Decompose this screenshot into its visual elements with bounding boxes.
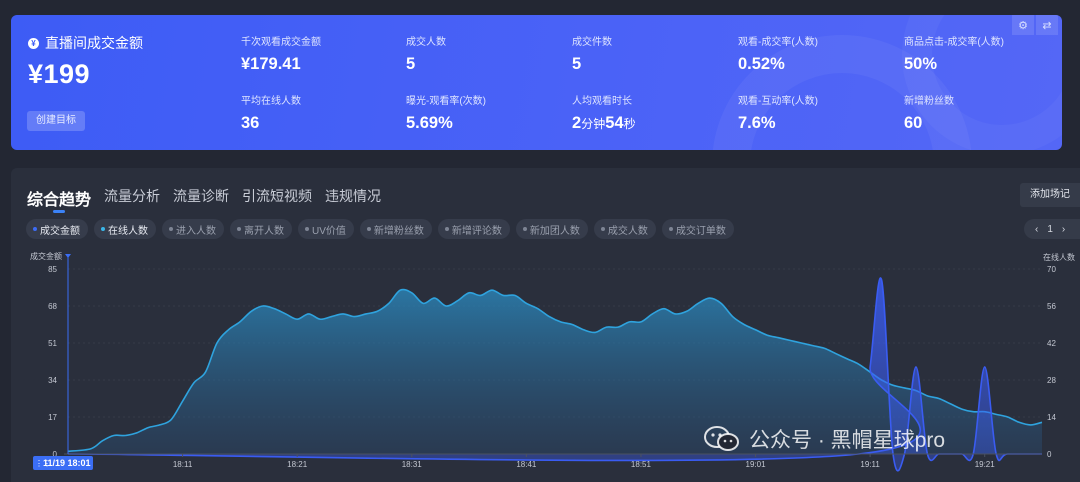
x-tick-label: 18:11 bbox=[173, 460, 193, 469]
y-left-tick-label: 68 bbox=[48, 302, 57, 311]
watermark: 公众号 · 黑帽星球pro bbox=[703, 424, 945, 454]
trend-chart[interactable]: 0173451688501428425670成交金额 在线人数18:11 18:21… bbox=[0, 0, 1080, 482]
x-tick-label: 18:51 bbox=[631, 460, 652, 469]
y-right-tick-label: 0 bbox=[1047, 450, 1052, 459]
x-tick-label: 19:11 bbox=[860, 460, 880, 469]
y-right-tick-label: 28 bbox=[1047, 376, 1056, 385]
y-left-tick-label: 85 bbox=[48, 265, 57, 274]
x-tick-label: 19:21 bbox=[975, 460, 996, 469]
wechat-icon bbox=[704, 426, 739, 451]
cursor-handle-icon bbox=[65, 254, 71, 258]
watermark-text: 公众号 · 黑帽星球pro bbox=[749, 429, 946, 452]
x-tick-label: 19:01 bbox=[746, 460, 767, 469]
y-right-tick-label: 14 bbox=[1047, 413, 1056, 422]
x-tick-label: 18:31 bbox=[402, 460, 423, 469]
y-left-tick-label: 34 bbox=[48, 376, 57, 385]
y-left-tick-label: 51 bbox=[48, 339, 57, 348]
y-right-tick-label: 42 bbox=[1047, 339, 1056, 348]
y-right-tick-label: 70 bbox=[1047, 265, 1056, 274]
y-right-axis-label: 在线人数 bbox=[1043, 252, 1075, 262]
x-tick-label: 18:41 bbox=[516, 460, 537, 469]
drag-handle-icon: ⋮⋮ bbox=[35, 459, 51, 468]
y-left-tick-label: 17 bbox=[48, 413, 57, 422]
x-tick-label: 18:21 bbox=[287, 460, 308, 469]
y-right-tick-label: 56 bbox=[1047, 302, 1056, 311]
y-left-axis-label: 成交金额 bbox=[30, 251, 62, 261]
